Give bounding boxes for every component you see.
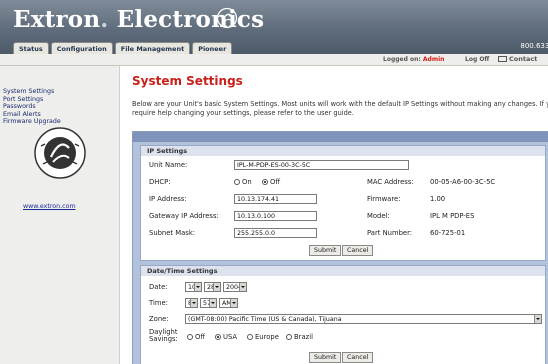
main-content: System Settings Below are your Unit's ba… xyxy=(120,66,548,364)
mac-address-value: 00-05-A6-00-3C-5C xyxy=(430,178,496,186)
datetime-settings-box: Date/Time Settings Date: 10 28 2004 Time… xyxy=(140,265,546,364)
settings-panel: IP Settings Unit Name: IPL-M-PDP-ES-00-3… xyxy=(132,131,548,364)
mac-address-label: MAC Address: xyxy=(367,178,414,186)
firmware-label: Firmware: xyxy=(367,195,401,203)
extron-logo-icon xyxy=(216,7,238,29)
logged-on-label: Logged on: xyxy=(383,56,423,63)
dst-off-radio[interactable]: Off xyxy=(187,333,205,341)
radio-icon xyxy=(286,334,292,340)
ampm-select[interactable]: AM xyxy=(219,298,238,308)
tab-configuration[interactable]: Configuration xyxy=(50,42,113,54)
log-off-link[interactable]: Log Off xyxy=(465,56,489,63)
radio-icon xyxy=(247,334,253,340)
daylight-savings-label: Daylight Savings: xyxy=(149,329,178,343)
dst-europe-radio[interactable]: Europe xyxy=(247,333,279,341)
month-select[interactable]: 10 xyxy=(185,282,202,292)
sidebar-item-passwords[interactable]: Passwords xyxy=(3,103,61,111)
unit-name-input[interactable]: IPL-M-PDP-ES-00-3C-5C xyxy=(234,160,409,170)
dhcp-off-label: Off xyxy=(270,178,281,186)
sidebar-item-system-settings[interactable]: System Settings xyxy=(3,88,61,96)
dhcp-on-radio[interactable]: On xyxy=(234,178,252,186)
zone-value: (GMT-08:00) Pacific Time (US & Canada), … xyxy=(188,316,342,323)
minute-select[interactable]: 57 xyxy=(200,298,217,308)
sidebar-item-email-alerts[interactable]: Email Alerts xyxy=(3,111,61,119)
radio-selected-icon xyxy=(262,179,268,185)
zone-select[interactable]: (GMT-08:00) Pacific Time (US & Canada), … xyxy=(185,314,542,324)
gateway-input[interactable]: 10.13.0.100 xyxy=(234,211,317,221)
model-value: IPL M PDP-ES xyxy=(430,212,475,220)
model-label: Model: xyxy=(367,212,390,220)
main-tabs: Status Configuration File Management Pio… xyxy=(13,42,233,54)
chevron-down-icon xyxy=(194,283,201,291)
tab-file-management[interactable]: File Management xyxy=(114,42,191,54)
ip-cancel-button[interactable]: Cancel xyxy=(342,245,374,256)
tab-pioneer[interactable]: Pioneer xyxy=(192,42,233,54)
panel-top-bar xyxy=(133,132,548,142)
page-title: System Settings xyxy=(132,74,243,88)
dst-brazil-radio[interactable]: Brazil xyxy=(286,333,313,341)
radio-selected-icon xyxy=(215,334,221,340)
dst-brazil-label: Brazil xyxy=(294,333,313,341)
sidebar-item-port-settings[interactable]: Port Settings xyxy=(3,96,61,104)
radio-icon xyxy=(187,334,193,340)
contact-link[interactable]: Contact xyxy=(498,55,537,63)
chevron-down-icon xyxy=(213,283,220,291)
ip-address-input[interactable]: 10.13.174.41 xyxy=(234,194,317,204)
chevron-down-icon xyxy=(534,315,541,323)
intro-text: Below are your Unit's basic System Setti… xyxy=(132,100,548,117)
unit-name-label: Unit Name: xyxy=(149,161,188,169)
dhcp-label: DHCP: xyxy=(149,178,171,186)
time-label: Time: xyxy=(149,299,168,307)
radio-icon xyxy=(234,179,240,185)
chevron-down-icon xyxy=(209,299,216,307)
firmware-value: 1.00 xyxy=(430,195,446,203)
tab-status[interactable]: Status xyxy=(13,42,49,54)
day-select[interactable]: 28 xyxy=(204,282,221,292)
chevron-down-icon xyxy=(190,299,197,307)
envelope-icon xyxy=(498,56,507,62)
dst-off-label: Off xyxy=(195,333,206,341)
sidebar-item-firmware-upgrade[interactable]: Firmware Upgrade xyxy=(3,118,61,126)
chevron-down-icon xyxy=(239,283,246,291)
part-number-label: Part Number: xyxy=(367,229,413,237)
sidebar: System Settings Port Settings Passwords … xyxy=(0,66,120,364)
brand-name: Extron xyxy=(13,6,101,33)
year-select[interactable]: 2004 xyxy=(223,282,247,292)
date-label: Date: xyxy=(149,283,168,291)
part-number-value: 60-725-01 xyxy=(430,229,466,237)
service-badge-icon xyxy=(34,127,86,179)
dhcp-off-radio[interactable]: Off xyxy=(262,178,280,186)
phone-number: 800.633.9 xyxy=(520,42,548,50)
chevron-down-icon xyxy=(230,299,237,307)
ip-settings-title: IP Settings xyxy=(141,146,545,156)
sidebar-menu: System Settings Port Settings Passwords … xyxy=(3,88,61,126)
datetime-submit-button[interactable]: Submit xyxy=(309,352,342,363)
dst-usa-label: USA xyxy=(223,333,238,341)
logged-user: Admin xyxy=(422,56,445,63)
brand-rest: Electronics xyxy=(108,6,265,33)
daylight-label-line2: Savings: xyxy=(149,335,178,343)
extron-website-link[interactable]: www.extron.com xyxy=(23,203,76,210)
ip-submit-button[interactable]: Submit xyxy=(309,245,342,256)
ip-settings-box: IP Settings Unit Name: IPL-M-PDP-ES-00-3… xyxy=(140,145,546,261)
ip-address-label: IP Address: xyxy=(149,195,187,203)
logged-on-text: Logged on: Admin xyxy=(383,56,444,63)
dst-usa-radio[interactable]: USA xyxy=(215,333,237,341)
datetime-settings-title: Date/Time Settings xyxy=(141,266,545,276)
dhcp-on-label: On xyxy=(242,178,252,186)
datetime-cancel-button[interactable]: Cancel xyxy=(342,352,374,363)
zone-label: Zone: xyxy=(149,315,169,323)
subnet-mask-label: Subnet Mask: xyxy=(149,229,196,237)
hour-select[interactable]: 8 xyxy=(185,298,198,308)
dst-europe-label: Europe xyxy=(255,333,279,341)
subnet-mask-input[interactable]: 255.255.0.0 xyxy=(234,228,317,238)
status-bar: Logged on: Admin Log Off Contact xyxy=(0,54,548,66)
gateway-label: Gateway IP Address: xyxy=(149,212,219,220)
contact-label: Contact xyxy=(509,55,538,63)
